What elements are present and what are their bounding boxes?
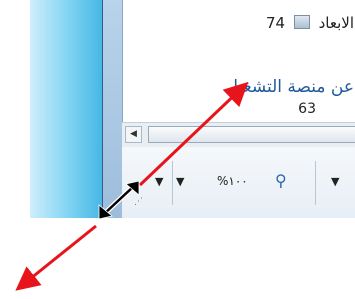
- resize-grip-icon[interactable]: ⋰: [134, 198, 144, 207]
- red-arrow-down-icon: [15, 224, 97, 291]
- zoom-dropdown-arrow[interactable]: ▼: [176, 175, 184, 188]
- dropdown-arrow-left[interactable]: ▼: [155, 175, 163, 188]
- window-content: الابعاد 74 عن منصة التشغيل 63: [122, 0, 355, 122]
- size-value: 74: [265, 14, 286, 32]
- dropdown-arrow-right[interactable]: ▼: [331, 175, 339, 188]
- status-separator: [315, 161, 316, 205]
- status-separator: [172, 161, 173, 205]
- partial-number: 63: [298, 101, 316, 115]
- status-bar: ▼ ▼ %١٠٠ ⚲ ▼ ⋰: [122, 147, 355, 218]
- size-label: الابعاد: [318, 14, 354, 32]
- horizontal-scrollbar[interactable]: ◀: [122, 122, 355, 149]
- image-icon: [293, 15, 310, 29]
- scroll-thumb[interactable]: [148, 126, 355, 143]
- zoom-level[interactable]: %١٠٠: [217, 174, 248, 188]
- zoom-magnifier-icon[interactable]: ⚲: [275, 171, 287, 190]
- description-text: عن منصة التشغيل: [225, 77, 354, 97]
- scroll-left-button[interactable]: ◀: [125, 126, 142, 143]
- file-size-row: الابعاد 74: [266, 14, 354, 32]
